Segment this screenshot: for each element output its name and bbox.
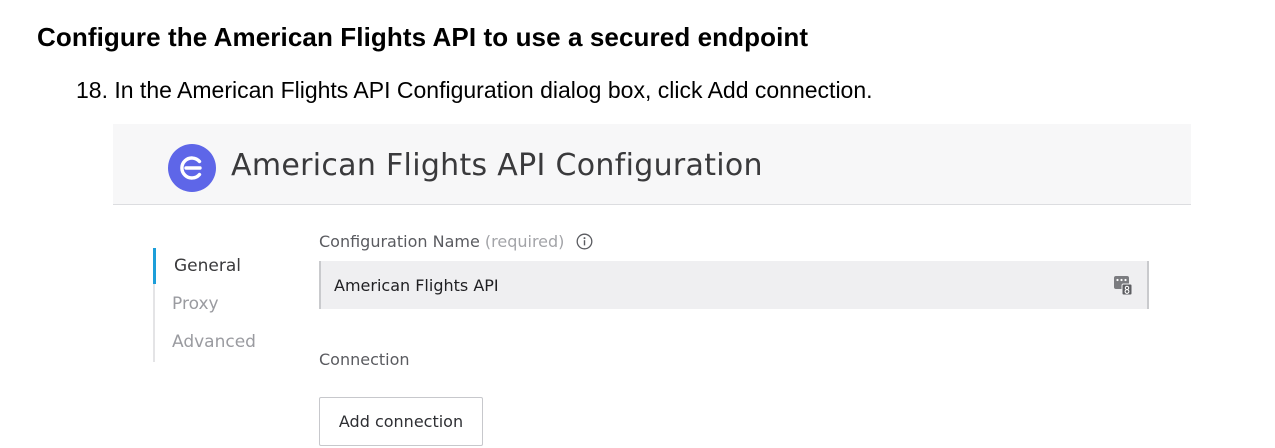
- add-connection-button[interactable]: Add connection: [319, 397, 483, 446]
- config-name-label-text: Configuration Name: [319, 232, 480, 251]
- expression-icon[interactable]: [1113, 274, 1133, 296]
- required-hint: (required): [484, 232, 565, 251]
- dialog-screenshot: American Flights API Configuration Gener…: [113, 124, 1191, 448]
- connector-logo-icon: [168, 144, 216, 192]
- config-name-label: Configuration Name (required): [319, 232, 593, 254]
- nav-item-proxy[interactable]: Proxy: [153, 286, 293, 322]
- config-name-input[interactable]: American Flights API: [319, 261, 1149, 309]
- nav-item-general[interactable]: General: [153, 248, 293, 284]
- side-nav: General Proxy Advanced: [153, 248, 295, 362]
- connection-label: Connection: [319, 350, 410, 369]
- page: Configure the American Flights API to us…: [0, 0, 1275, 448]
- config-name-value: American Flights API: [334, 276, 499, 295]
- section-heading: Configure the American Flights API to us…: [37, 22, 809, 52]
- dialog-header: American Flights API Configuration: [113, 124, 1191, 205]
- step-instruction: 18. In the American Flights API Configur…: [76, 77, 873, 103]
- nav-item-advanced[interactable]: Advanced: [153, 324, 293, 360]
- info-icon[interactable]: [576, 233, 593, 254]
- dialog-title: American Flights API Configuration: [231, 148, 763, 183]
